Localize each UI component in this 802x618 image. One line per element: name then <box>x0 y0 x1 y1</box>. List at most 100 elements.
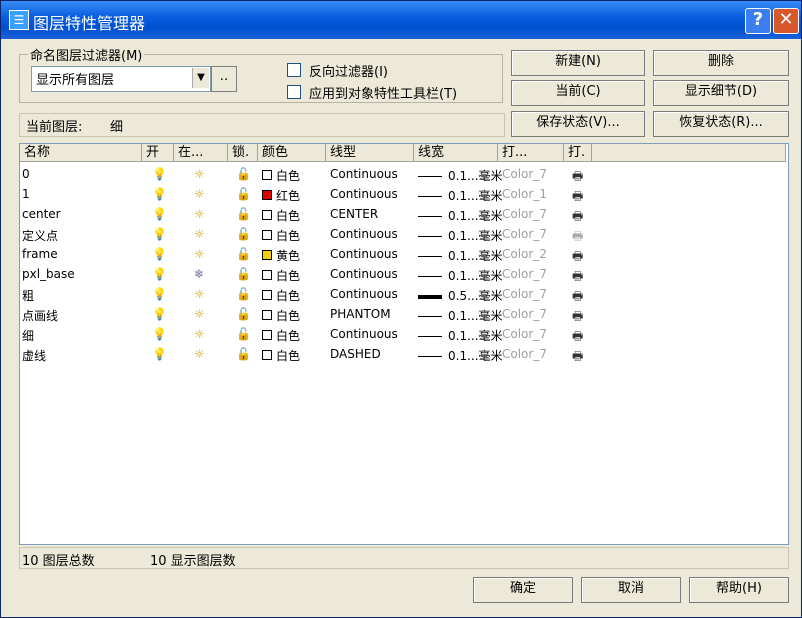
layer-color[interactable]: 黄色 <box>262 247 300 264</box>
layer-color[interactable]: 白色 <box>262 327 300 344</box>
layer-color[interactable]: 白色 <box>262 227 300 244</box>
col-header-lock[interactable]: 锁. <box>228 144 258 162</box>
unlocked-icon[interactable]: 🔓 <box>236 287 251 301</box>
layer-color[interactable]: 白色 <box>262 307 300 324</box>
bulb-on-icon[interactable]: 💡 <box>152 287 167 301</box>
layer-linetype[interactable]: CENTER <box>330 207 378 221</box>
col-header-freeze[interactable]: 在... <box>174 144 228 162</box>
col-header-color[interactable]: 颜色 <box>258 144 326 162</box>
layer-linetype[interactable]: PHANTOM <box>330 307 391 321</box>
close-button[interactable]: ✕ <box>773 8 799 34</box>
delete-button[interactable]: 删除 <box>653 50 789 76</box>
layer-plot-style[interactable]: Color_2 <box>502 247 547 261</box>
layer-color[interactable]: 白色 <box>262 207 300 224</box>
cancel-button[interactable]: 取消 <box>581 577 681 603</box>
layer-lineweight[interactable]: 0.1...毫米 <box>418 327 503 344</box>
layer-plot-style[interactable]: Color_7 <box>502 167 547 181</box>
invert-filter-checkbox[interactable] <box>287 63 301 77</box>
bulb-on-icon[interactable]: 💡 <box>152 347 167 361</box>
table-row[interactable]: pxl_base 💡 ❄ 🔓 白色 Continuous 0.1...毫米 Color_7 🖶 <box>20 264 620 284</box>
help-button[interactable]: 帮助(H) <box>689 577 789 603</box>
layer-plot-style[interactable]: Color_7 <box>502 327 547 341</box>
unlocked-icon[interactable]: 🔓 <box>236 227 251 241</box>
layer-plot-style[interactable]: Color_7 <box>502 267 547 281</box>
col-header-plot-style[interactable]: 打... <box>498 144 564 162</box>
bulb-on-icon[interactable]: 💡 <box>152 187 167 201</box>
layer-plot-style[interactable]: Color_7 <box>502 207 547 221</box>
layer-linetype[interactable]: Continuous <box>330 187 398 201</box>
layer-name[interactable]: 0 <box>22 167 30 181</box>
layer-color[interactable]: 白色 <box>262 347 300 364</box>
layer-lineweight[interactable]: 0.1...毫米 <box>418 167 503 184</box>
layer-lineweight[interactable]: 0.1...毫米 <box>418 247 503 264</box>
layer-color[interactable]: 白色 <box>262 167 300 184</box>
layer-color[interactable]: 白色 <box>262 287 300 304</box>
save-state-button[interactable]: 保存状态(V)... <box>511 111 645 137</box>
layer-name[interactable]: 虚线 <box>22 347 46 364</box>
col-header-plot[interactable]: 打. <box>564 144 592 162</box>
unlocked-icon[interactable]: 🔓 <box>236 167 251 181</box>
unlocked-icon[interactable]: 🔓 <box>236 347 251 361</box>
sun-icon[interactable]: ☼ <box>194 247 205 261</box>
layer-linetype[interactable]: Continuous <box>330 247 398 261</box>
layer-plot-style[interactable]: Color_7 <box>502 287 547 301</box>
bulb-on-icon[interactable]: 💡 <box>152 167 167 181</box>
layer-name[interactable]: frame <box>22 247 58 261</box>
table-row[interactable]: 虚线 💡 ☼ 🔓 白色 DASHED 0.1...毫米 Color_7 🖶 <box>20 344 620 364</box>
layer-linetype[interactable]: Continuous <box>330 167 398 181</box>
layer-name[interactable]: 细 <box>22 327 34 344</box>
layer-lineweight[interactable]: 0.1...毫米 <box>418 187 503 204</box>
restore-state-button[interactable]: 恢复状态(R)... <box>653 111 789 137</box>
sun-icon[interactable]: ☼ <box>194 287 205 301</box>
snowflake-icon[interactable]: ❄ <box>194 267 204 281</box>
bulb-on-icon[interactable]: 💡 <box>152 327 167 341</box>
sun-icon[interactable]: ☼ <box>194 307 205 321</box>
table-row[interactable]: 点画线 💡 ☼ 🔓 白色 PHANTOM 0.1...毫米 Color_7 🖶 <box>20 304 620 324</box>
sun-icon[interactable]: ☼ <box>194 227 205 241</box>
layer-lineweight[interactable]: 0.1...毫米 <box>418 307 503 324</box>
table-row[interactable]: frame 💡 ☼ 🔓 黄色 Continuous 0.1...毫米 Color_2 🖶 <box>20 244 620 264</box>
unlocked-icon[interactable]: 🔓 <box>236 327 251 341</box>
table-row[interactable]: 1 💡 ☼ 🔓 红色 Continuous 0.1...毫米 Color_1 🖶 <box>20 184 620 204</box>
apply-toolbar-checkbox[interactable] <box>287 85 301 99</box>
layer-list[interactable]: 名称 开 在... 锁. 颜色 线型 线宽 打... 打. 0 💡 ☼ 🔓 白色 Cont… <box>19 143 789 545</box>
table-row[interactable]: center 💡 ☼ 🔓 白色 CENTER 0.1...毫米 Color_7 🖶 <box>20 204 620 224</box>
printer-icon[interactable]: 🖶 <box>572 347 583 368</box>
bulb-on-icon[interactable]: 💡 <box>152 227 167 241</box>
layer-name[interactable]: 粗 <box>22 287 34 304</box>
col-header-lineweight[interactable]: 线宽 <box>414 144 498 162</box>
layer-lineweight[interactable]: 0.1...毫米 <box>418 267 503 284</box>
layer-linetype[interactable]: Continuous <box>330 267 398 281</box>
layer-linetype[interactable]: Continuous <box>330 227 398 241</box>
unlocked-icon[interactable]: 🔓 <box>236 207 251 221</box>
show-details-button[interactable]: 显示细节(D) <box>653 80 789 106</box>
layer-plot-style[interactable]: Color_7 <box>502 227 547 241</box>
layer-name[interactable]: pxl_base <box>22 267 75 281</box>
filter-browse-button[interactable]: ‥ <box>211 66 237 92</box>
layer-linetype[interactable]: Continuous <box>330 287 398 301</box>
set-current-button[interactable]: 当前(C) <box>511 80 645 106</box>
layer-color[interactable]: 白色 <box>262 267 300 284</box>
layer-color[interactable]: 红色 <box>262 187 300 204</box>
sun-icon[interactable]: ☼ <box>194 347 205 361</box>
layer-plot-style[interactable]: Color_1 <box>502 187 547 201</box>
layer-name[interactable]: 定义点 <box>22 227 58 244</box>
unlocked-icon[interactable]: 🔓 <box>236 247 251 261</box>
layer-name[interactable]: 1 <box>22 187 30 201</box>
col-header-name[interactable]: 名称 <box>20 144 142 162</box>
layer-lineweight[interactable]: 0.1...毫米 <box>418 207 503 224</box>
sun-icon[interactable]: ☼ <box>194 187 205 201</box>
chevron-down-icon[interactable]: ▼ <box>192 68 209 88</box>
bulb-on-icon[interactable]: 💡 <box>152 247 167 261</box>
layer-lineweight[interactable]: 0.1...毫米 <box>418 227 503 244</box>
bulb-on-icon[interactable]: 💡 <box>152 307 167 321</box>
col-header-on[interactable]: 开 <box>142 144 174 162</box>
table-row[interactable]: 定义点 💡 ☼ 🔓 白色 Continuous 0.1...毫米 Color_7 🖶 <box>20 224 620 244</box>
layer-linetype[interactable]: DASHED <box>330 347 381 361</box>
table-row[interactable]: 粗 💡 ☼ 🔓 白色 Continuous 0.5...毫米 Color_7 🖶 <box>20 284 620 304</box>
help-title-button[interactable]: ? <box>745 8 771 34</box>
layer-name[interactable]: 点画线 <box>22 307 58 324</box>
layer-linetype[interactable]: Continuous <box>330 327 398 341</box>
layer-name[interactable]: center <box>22 207 61 221</box>
title-bar[interactable]: ☰ 图层特性管理器 ? ✕ <box>1 1 801 39</box>
